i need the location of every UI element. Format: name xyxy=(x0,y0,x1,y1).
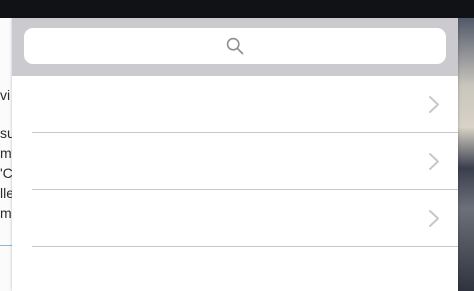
list xyxy=(12,76,458,247)
background-text-fragment: 'C xyxy=(0,165,13,181)
chevron-right-icon xyxy=(429,210,439,227)
list-item[interactable] xyxy=(12,76,458,133)
popover-panel xyxy=(12,18,458,291)
background-image-strip xyxy=(458,18,474,291)
background-text-fragment: vi xyxy=(0,87,11,103)
list-item[interactable] xyxy=(12,190,458,247)
search-field[interactable] xyxy=(24,28,450,66)
top-bar xyxy=(0,0,474,18)
background-text-fragment: m xyxy=(0,205,12,221)
list-item[interactable] xyxy=(12,133,458,190)
search-bar xyxy=(12,18,458,76)
chevron-right-icon xyxy=(429,96,439,113)
chevron-right-icon xyxy=(429,153,439,170)
row-separator xyxy=(32,246,458,247)
search-input[interactable] xyxy=(24,28,450,66)
